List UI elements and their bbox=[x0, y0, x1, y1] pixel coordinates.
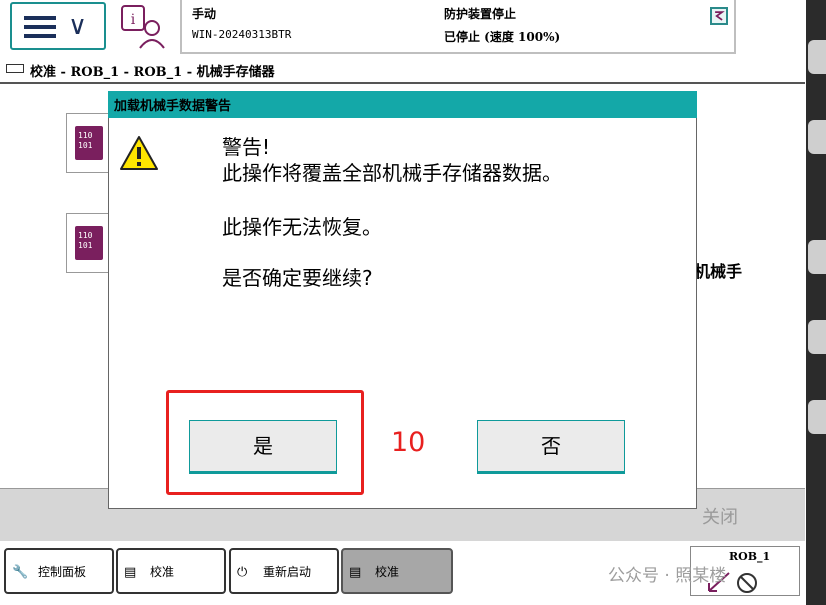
dialog-title-bar: 加载机械手数据警告 bbox=[108, 91, 697, 118]
speed-status: 已停止 (速度 100%) bbox=[444, 30, 561, 44]
wrench-icon: 🔧 bbox=[12, 565, 29, 580]
memory-tile[interactable]: 110 101 bbox=[66, 113, 110, 173]
taskbar-item-label: 重新启动 bbox=[263, 565, 312, 579]
dialog-warning-heading: 警告! bbox=[222, 135, 271, 159]
side-button[interactable] bbox=[808, 320, 826, 354]
side-button[interactable] bbox=[808, 240, 826, 274]
calibration-icon: ▤ bbox=[124, 565, 137, 580]
annotation-highlight-box bbox=[166, 390, 364, 495]
robot-memory-label: 机械手 bbox=[694, 262, 743, 281]
binary-file-icon: 110 101 bbox=[75, 126, 103, 160]
dialog-title: 加载机械手数据警告 bbox=[114, 99, 232, 114]
annotation-step-number: 10 bbox=[391, 427, 426, 458]
calibration-icon: ▤ bbox=[349, 565, 362, 580]
warning-icon bbox=[120, 136, 158, 170]
taskbar-item-control-panel[interactable]: 🔧 控制面板 bbox=[4, 548, 114, 594]
close-button[interactable]: 关闭 bbox=[702, 503, 738, 529]
taskbar-item-calibration[interactable]: ▤ 校准 bbox=[116, 548, 226, 594]
info-user-icon[interactable]: i bbox=[118, 2, 174, 52]
taskbar-item-label: 校准 bbox=[375, 565, 400, 579]
binary-file-icon: 110 101 bbox=[75, 226, 103, 260]
status-panel[interactable]: 手动 WIN-20240313BTR 防护装置停止 已停止 (速度 100%) bbox=[180, 0, 736, 54]
watermark: 公众号 · 照某楼 bbox=[608, 566, 727, 586]
no-button[interactable]: 否 bbox=[477, 420, 625, 474]
guard-status: 防护装置停止 bbox=[444, 7, 517, 21]
dialog-message: 此操作无法恢复。 bbox=[222, 215, 382, 239]
operating-mode: 手动 bbox=[192, 7, 217, 21]
side-button[interactable] bbox=[808, 40, 826, 74]
taskbar-item-restart[interactable]: ⏻ 重新启动 bbox=[229, 548, 339, 594]
dialog-message: 此操作将覆盖全部机械手存储器数据。 bbox=[222, 161, 562, 185]
dialog-question: 是否确定要继续? bbox=[222, 266, 373, 290]
calibration-icon bbox=[6, 64, 24, 73]
breadcrumb-text: 校准 - ROB_1 - ROB_1 - 机械手存储器 bbox=[30, 65, 275, 80]
taskbar-item-calibration-active[interactable]: ▤ 校准 bbox=[341, 548, 453, 594]
power-icon: ⏻ bbox=[237, 565, 248, 580]
system-name: WIN-20240313BTR bbox=[192, 28, 292, 41]
robot-status-icon bbox=[710, 7, 728, 25]
taskbar-item-label: 校准 bbox=[150, 565, 175, 579]
chevron-down-icon: ∨ bbox=[68, 11, 88, 41]
side-button[interactable] bbox=[808, 400, 826, 434]
taskbar-item-label: 控制面板 bbox=[38, 565, 87, 579]
side-button[interactable] bbox=[808, 120, 826, 154]
memory-tile[interactable]: 110 101 bbox=[66, 213, 110, 273]
device-side-strip bbox=[806, 0, 826, 605]
hamburger-icon bbox=[24, 16, 56, 38]
main-menu-button[interactable]: ∨ bbox=[10, 2, 106, 50]
svg-text:i: i bbox=[131, 12, 136, 28]
robot-unit-label: ROB_1 bbox=[729, 550, 771, 563]
